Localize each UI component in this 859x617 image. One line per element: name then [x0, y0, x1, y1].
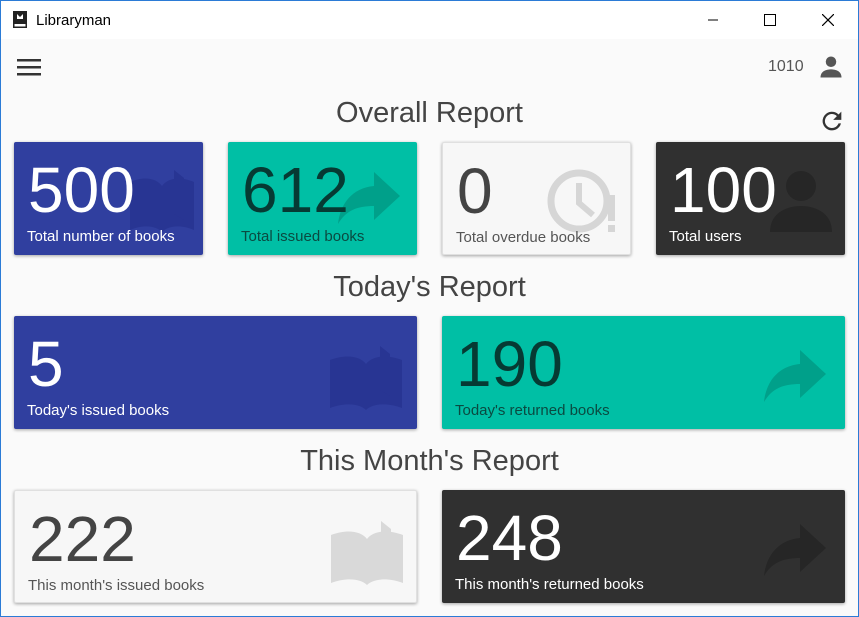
maximize-button[interactable] [747, 1, 793, 39]
user-id-label: 1010 [768, 58, 804, 75]
account-icon[interactable] [817, 53, 845, 81]
total-books-label: Total number of books [27, 228, 175, 245]
overall-report-title: Overall Report [336, 97, 523, 129]
total-overdue-value: 0 [457, 155, 493, 227]
window-title: Libraryman [36, 12, 112, 29]
app-logo-icon [13, 11, 27, 28]
total-overdue-card[interactable]: 0 Total overdue books [442, 142, 631, 255]
minimize-button[interactable] [690, 1, 736, 39]
this-months-issued-label: This month's issued books [28, 577, 205, 594]
forward-arrow-icon [764, 350, 826, 402]
todays-report-title: Today's Report [333, 271, 526, 303]
total-issued-card[interactable]: 612 Total issued books [228, 142, 417, 255]
minimize-icon [708, 19, 718, 21]
total-overdue-label: Total overdue books [456, 229, 591, 246]
total-issued-label: Total issued books [241, 228, 365, 245]
this-months-report-title: This Month's Report [300, 445, 559, 477]
this-months-issued-card[interactable]: 222 This month's issued books [14, 490, 417, 603]
maximize-icon [764, 14, 776, 26]
this-months-returned-label: This month's returned books [455, 576, 644, 593]
todays-issued-label: Today's issued books [27, 402, 170, 419]
app-window: Libraryman 1010 Overall Report 500 Total… [0, 0, 859, 617]
book-icon [331, 521, 403, 585]
total-users-label: Total users [669, 228, 742, 245]
total-books-card[interactable]: 500 Total number of books [14, 142, 203, 255]
todays-returned-card[interactable]: 190 Today's returned books [442, 316, 845, 429]
total-issued-value: 612 [242, 154, 349, 226]
hamburger-menu-icon[interactable] [16, 56, 42, 78]
total-users-card[interactable]: 100 Total users [656, 142, 845, 255]
this-months-returned-value: 248 [456, 502, 563, 574]
this-months-returned-card[interactable]: 248 This month's returned books [442, 490, 845, 603]
todays-issued-value: 5 [28, 328, 64, 400]
total-users-value: 100 [670, 154, 777, 226]
close-button[interactable] [805, 1, 851, 39]
book-icon [330, 346, 402, 410]
refresh-icon[interactable] [818, 107, 846, 135]
todays-returned-label: Today's returned books [455, 402, 610, 419]
todays-returned-value: 190 [456, 328, 563, 400]
title-bar: Libraryman [1, 1, 858, 39]
total-books-value: 500 [28, 154, 135, 226]
todays-issued-card[interactable]: 5 Today's issued books [14, 316, 417, 429]
close-icon [822, 14, 834, 26]
this-months-issued-value: 222 [29, 503, 136, 575]
forward-arrow-icon [764, 524, 826, 576]
